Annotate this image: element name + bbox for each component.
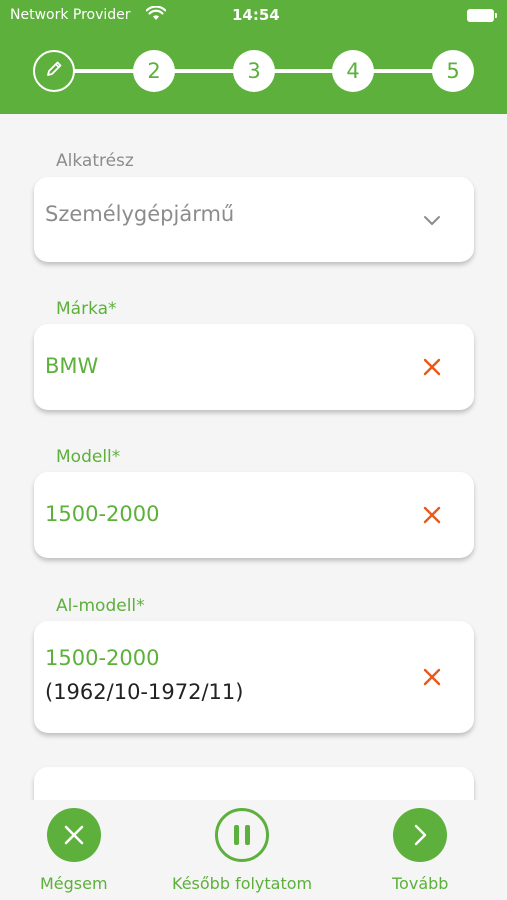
cancel-label: Mégsem bbox=[40, 874, 108, 893]
part-value: Személygépjármű bbox=[45, 202, 235, 226]
battery-icon bbox=[467, 9, 497, 22]
next-label: Tovább bbox=[392, 874, 449, 893]
clear-brand-icon[interactable] bbox=[420, 355, 444, 379]
pencil-icon bbox=[44, 59, 64, 84]
submodel-date-range: (1962/10-1972/11) bbox=[45, 680, 244, 704]
brand-value: BMW bbox=[45, 354, 99, 378]
next-button[interactable]: Tovább bbox=[392, 808, 448, 893]
step-3[interactable]: 3 bbox=[233, 50, 275, 92]
brand-field[interactable]: BMW bbox=[34, 324, 474, 410]
model-field[interactable]: 1500-2000 bbox=[34, 472, 474, 558]
pause-icon bbox=[215, 808, 270, 862]
part-label: Alkatrész bbox=[56, 151, 134, 171]
next-field[interactable] bbox=[34, 767, 474, 800]
chevron-right-icon bbox=[393, 808, 448, 862]
continue-later-button[interactable]: Később folytatom bbox=[172, 808, 312, 893]
step-4[interactable]: 4 bbox=[332, 50, 374, 92]
wizard-stepper: 2 3 4 5 bbox=[0, 48, 507, 94]
brand-label: Márka* bbox=[56, 299, 117, 319]
submodel-field[interactable]: 1500-2000 (1962/10-1972/11) bbox=[34, 621, 474, 733]
model-label: Modell* bbox=[56, 447, 121, 467]
clock: 14:54 bbox=[232, 6, 280, 24]
part-select[interactable]: Személygépjármű bbox=[34, 177, 474, 262]
step-2[interactable]: 2 bbox=[133, 50, 175, 92]
chevron-down-icon bbox=[422, 210, 442, 230]
form-content[interactable]: Alkatrész Személygépjármű Márka* BMW Mod… bbox=[0, 114, 507, 800]
model-value: 1500-2000 bbox=[45, 502, 160, 526]
wifi-icon bbox=[145, 5, 167, 26]
submodel-value: 1500-2000 bbox=[45, 646, 160, 670]
clear-model-icon[interactable] bbox=[420, 503, 444, 527]
close-icon bbox=[46, 808, 101, 862]
bottom-action-bar: Mégsem Később folytatom Tovább bbox=[0, 800, 507, 900]
cancel-button[interactable]: Mégsem bbox=[40, 808, 108, 893]
status-bar: Network Provider 14:54 bbox=[0, 0, 507, 32]
carrier-name: Network Provider bbox=[10, 7, 131, 23]
step-1-current[interactable] bbox=[33, 50, 75, 92]
clear-submodel-icon[interactable] bbox=[420, 665, 444, 689]
continue-later-label: Később folytatom bbox=[172, 874, 313, 893]
app-header: Network Provider 14:54 2 3 4 5 bbox=[0, 0, 507, 114]
submodel-label: Al-modell* bbox=[56, 596, 145, 616]
step-5[interactable]: 5 bbox=[432, 50, 474, 92]
